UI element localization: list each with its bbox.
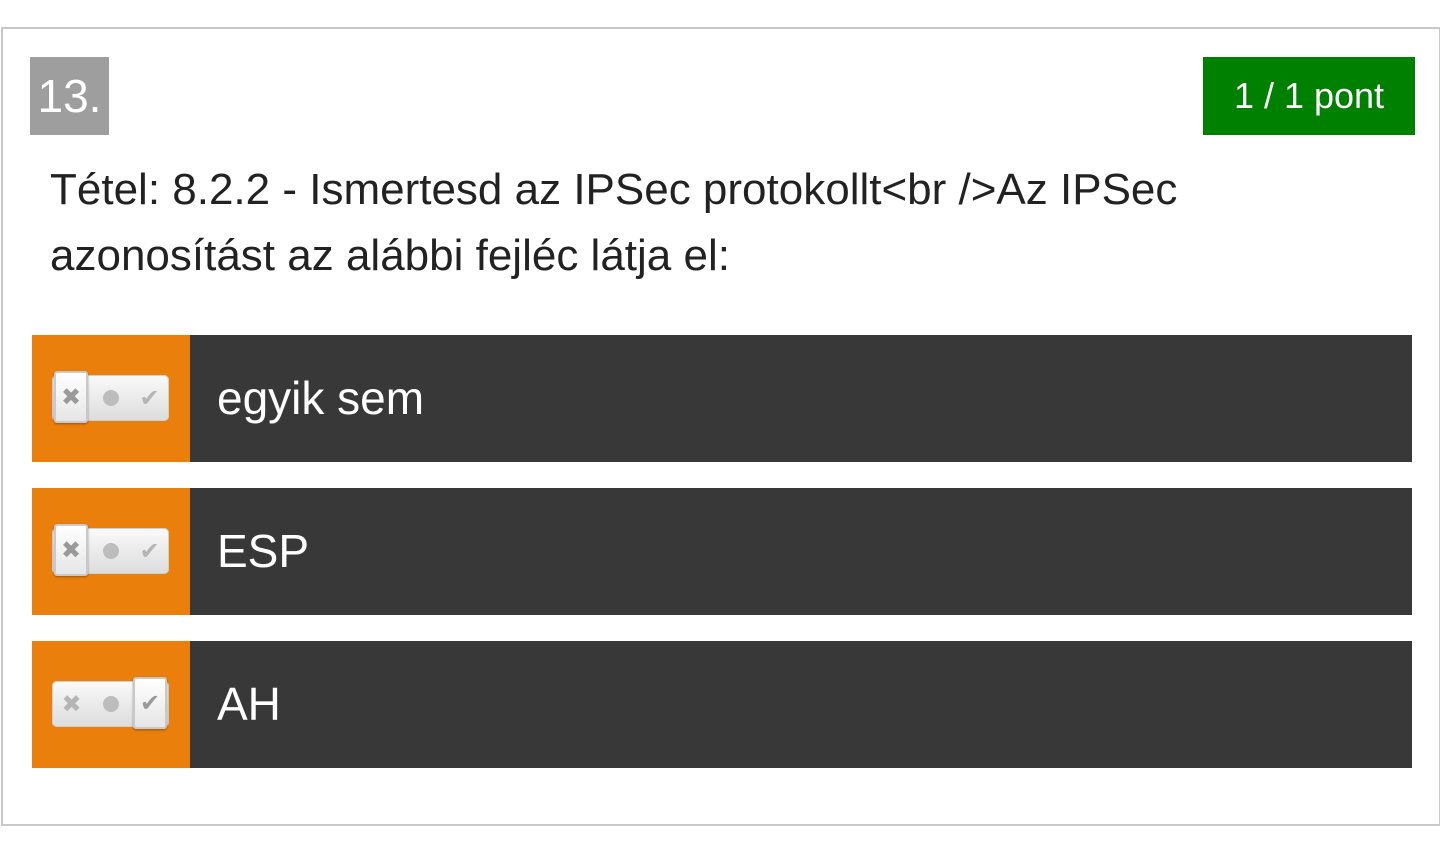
check-mark-icon[interactable]: ✔ <box>130 528 169 574</box>
question-number: 13. <box>30 57 109 135</box>
x-mark-icon[interactable]: ✖ <box>52 681 91 727</box>
dot-icon[interactable] <box>91 528 130 574</box>
question-card: 13. 1 / 1 pont Tétel: 8.2.2 - Ismertesd … <box>1 27 1440 826</box>
tri-state-toggle[interactable]: ✖ ✔ ✖ <box>52 524 169 576</box>
toggle-knob-x[interactable]: ✖ <box>54 371 88 423</box>
tri-state-toggle[interactable]: ✖ ✔ ✔ <box>52 677 169 729</box>
answer-option[interactable]: ✖ ✔ ✔ AH <box>32 641 1412 768</box>
check-mark-icon[interactable]: ✔ <box>130 375 169 421</box>
answer-toggle-area[interactable]: ✖ ✔ ✖ <box>32 488 190 615</box>
tri-state-toggle[interactable]: ✖ ✔ ✖ <box>52 371 169 423</box>
answer-label: ESP <box>190 488 1412 615</box>
answer-option[interactable]: ✖ ✔ ✖ ESP <box>32 488 1412 615</box>
answer-option[interactable]: ✖ ✔ ✖ egyik sem <box>32 335 1412 462</box>
answer-label: AH <box>190 641 1412 768</box>
toggle-knob-x[interactable]: ✖ <box>54 524 88 576</box>
dot-icon[interactable] <box>91 681 130 727</box>
question-text: Tétel: 8.2.2 - Ismertesd az IPSec protok… <box>50 165 1178 280</box>
score-badge: 1 / 1 pont <box>1203 57 1415 135</box>
answer-toggle-area[interactable]: ✖ ✔ ✖ <box>32 335 190 462</box>
toggle-knob-check[interactable]: ✔ <box>133 677 167 729</box>
dot-icon[interactable] <box>91 375 130 421</box>
answer-toggle-area[interactable]: ✖ ✔ ✔ <box>32 641 190 768</box>
answer-label: egyik sem <box>190 335 1412 462</box>
